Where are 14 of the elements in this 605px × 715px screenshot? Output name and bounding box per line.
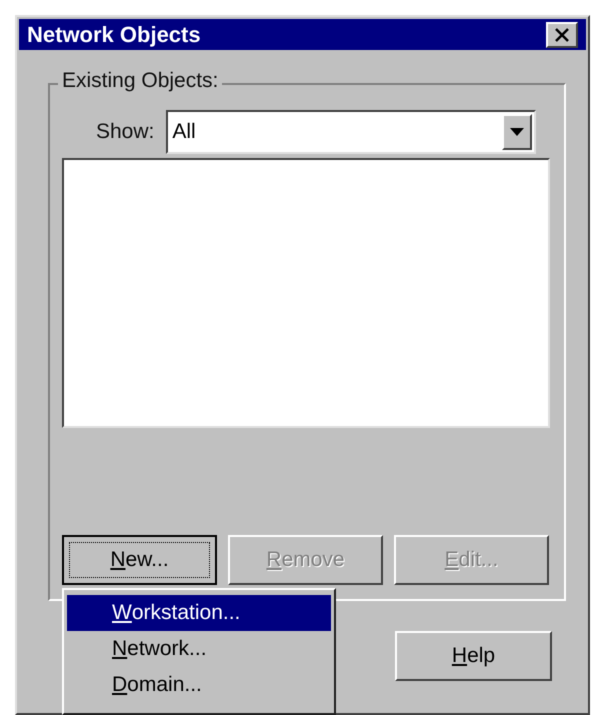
- push-button[interactable]: New...: [62, 535, 217, 585]
- caret-icon: [510, 128, 524, 136]
- dropdown-value: All: [172, 119, 196, 146]
- close-icon: [554, 28, 570, 42]
- menu-item[interactable]: Workstation...: [67, 595, 331, 631]
- menu-item[interactable]: Network...: [67, 631, 331, 667]
- window-title: Network Objects: [27, 21, 201, 49]
- help-button[interactable]: Help: [395, 631, 552, 681]
- close-button[interactable]: [546, 22, 578, 48]
- show-dropdown[interactable]: All: [166, 110, 536, 154]
- group-title: Existing Objects:: [58, 70, 222, 91]
- menu-item[interactable]: Domain...: [67, 667, 331, 703]
- show-label: Show:: [96, 119, 154, 146]
- dropdown-arrow-button[interactable]: [502, 114, 532, 150]
